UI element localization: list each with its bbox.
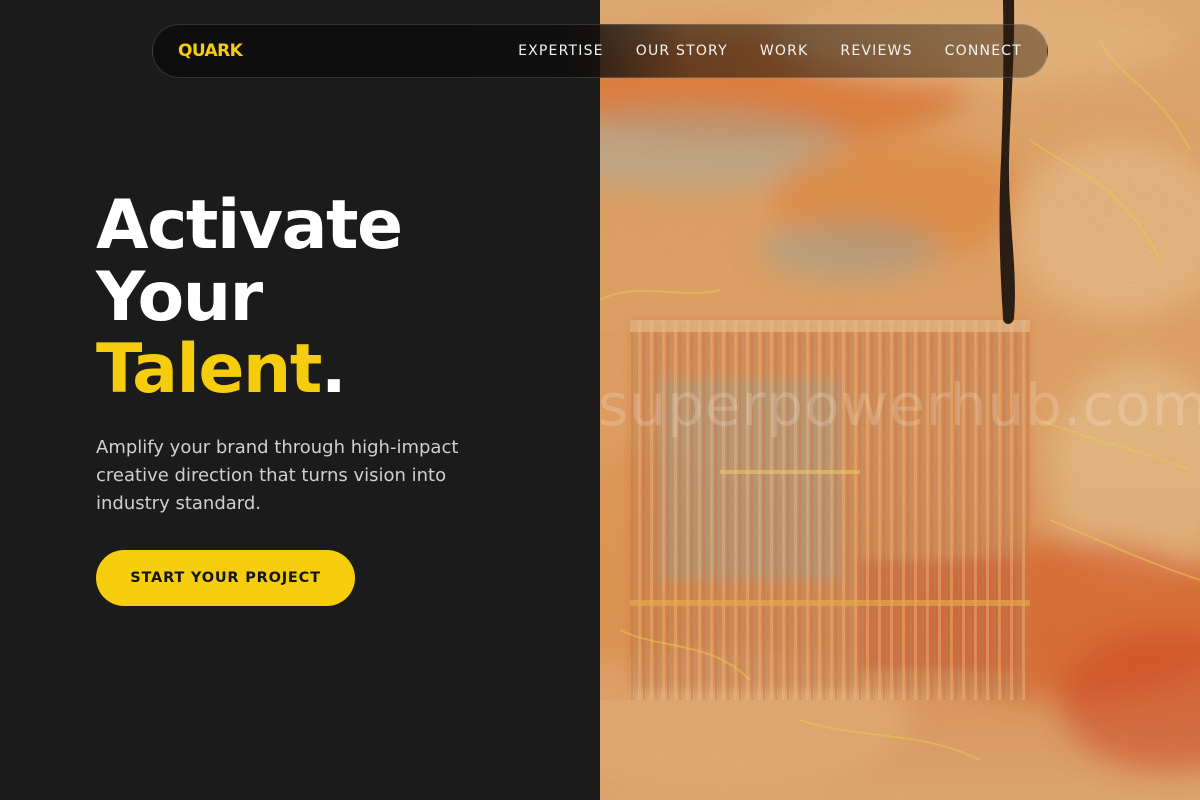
nav-link-work[interactable]: WORK <box>760 43 809 59</box>
nav-links: EXPERTISE OUR STORY WORK REVIEWS CONNECT <box>518 43 1022 59</box>
hero-artwork: superpowerhub.com <box>600 0 1200 800</box>
watermark-text: superpowerhub.com <box>600 371 1200 439</box>
hero-title-accent: Talent <box>96 330 322 409</box>
nav-link-connect[interactable]: CONNECT <box>945 43 1022 59</box>
hero-title-dot: . <box>320 330 347 409</box>
abstract-painting-image: superpowerhub.com <box>600 0 1200 800</box>
nav-link-our-story[interactable]: OUR STORY <box>636 43 728 59</box>
hero-title-line-3: Talent. <box>96 334 402 406</box>
start-project-button[interactable]: START YOUR PROJECT <box>96 550 355 606</box>
brand-logo[interactable]: QUARK <box>178 41 243 61</box>
nav-link-expertise[interactable]: EXPERTISE <box>518 43 604 59</box>
hero-title: Activate Your Talent. <box>96 186 403 406</box>
hero-subtitle: Amplify your brand through high-impact c… <box>96 437 459 514</box>
nav-link-reviews[interactable]: REVIEWS <box>840 43 912 59</box>
hero-title-line-2: Your <box>96 258 263 337</box>
landing-page: Activate Your Talent. Amplify your brand… <box>0 0 1200 800</box>
hero-panel: Activate Your Talent. Amplify your brand… <box>0 0 600 800</box>
hero-title-line-1: Activate <box>96 186 403 265</box>
top-navigation: QUARK EXPERTISE OUR STORY WORK REVIEWS C… <box>152 24 1048 78</box>
